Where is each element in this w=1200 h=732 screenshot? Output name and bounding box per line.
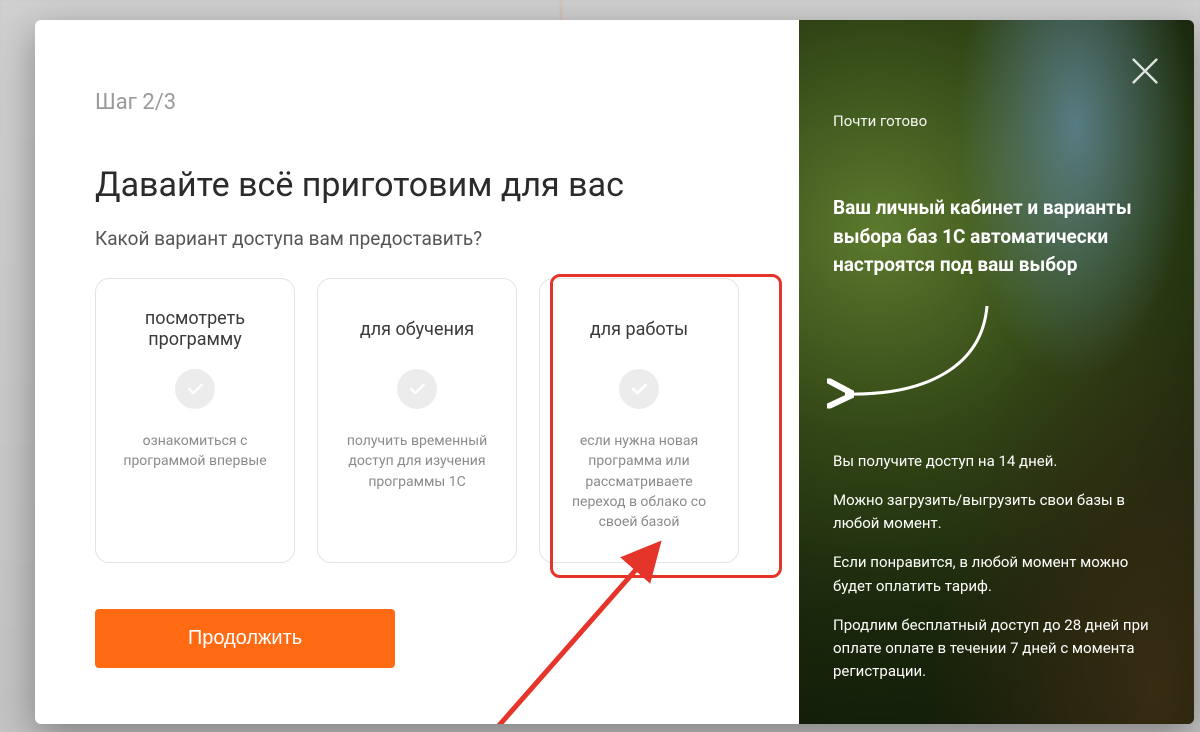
- curved-arrow-icon: [827, 296, 1007, 416]
- side-bullets: Вы получите доступ на 14 дней. Можно заг…: [833, 450, 1160, 684]
- option-card-desc: ознакомиться с программой впервые: [114, 431, 276, 472]
- option-cards: посмотреть программу ознакомиться с прог…: [95, 278, 739, 563]
- option-card-title: для работы: [590, 307, 688, 351]
- modal-subtitle: Какой вариант доступа вам предоставить?: [95, 227, 739, 250]
- option-card-preview[interactable]: посмотреть программу ознакомиться с прог…: [95, 278, 295, 563]
- side-bullet: Вы получите доступ на 14 дней.: [833, 450, 1153, 473]
- step-indicator: Шаг 2/3: [95, 90, 739, 115]
- modal-right-pane: Почти готово Ваш личный кабинет и вариан…: [799, 20, 1194, 724]
- onboarding-modal: Шаг 2/3 Давайте всё приготовим для вас К…: [35, 20, 1194, 724]
- side-bullet: Можно загрузить/выгрузить свои базы в лю…: [833, 489, 1153, 536]
- check-icon: [397, 369, 437, 409]
- continue-button[interactable]: Продолжить: [95, 609, 395, 668]
- close-button[interactable]: [1126, 52, 1164, 90]
- check-icon: [175, 369, 215, 409]
- option-card-desc: получить временный доступ для изучения п…: [336, 431, 498, 492]
- side-bullet: Продлим бесплатный доступ до 28 дней при…: [833, 614, 1153, 684]
- modal-left-pane: Шаг 2/3 Давайте всё приготовим для вас К…: [35, 20, 799, 724]
- option-card-learning[interactable]: для обучения получить временный доступ д…: [317, 278, 517, 563]
- side-pretitle: Почти готово: [833, 112, 1160, 130]
- option-card-title: для обучения: [360, 307, 474, 351]
- option-card-desc: если нужна новая программа или рассматри…: [558, 431, 720, 532]
- side-bullet: Если понравится, в любой момент можно бу…: [833, 551, 1153, 598]
- option-card-work[interactable]: для работы если нужна новая программа ил…: [539, 278, 739, 563]
- option-card-title: посмотреть программу: [114, 307, 276, 351]
- check-icon: [619, 369, 659, 409]
- side-title: Ваш личный кабинет и варианты выбора баз…: [833, 194, 1153, 280]
- modal-title: Давайте всё приготовим для вас: [95, 165, 739, 205]
